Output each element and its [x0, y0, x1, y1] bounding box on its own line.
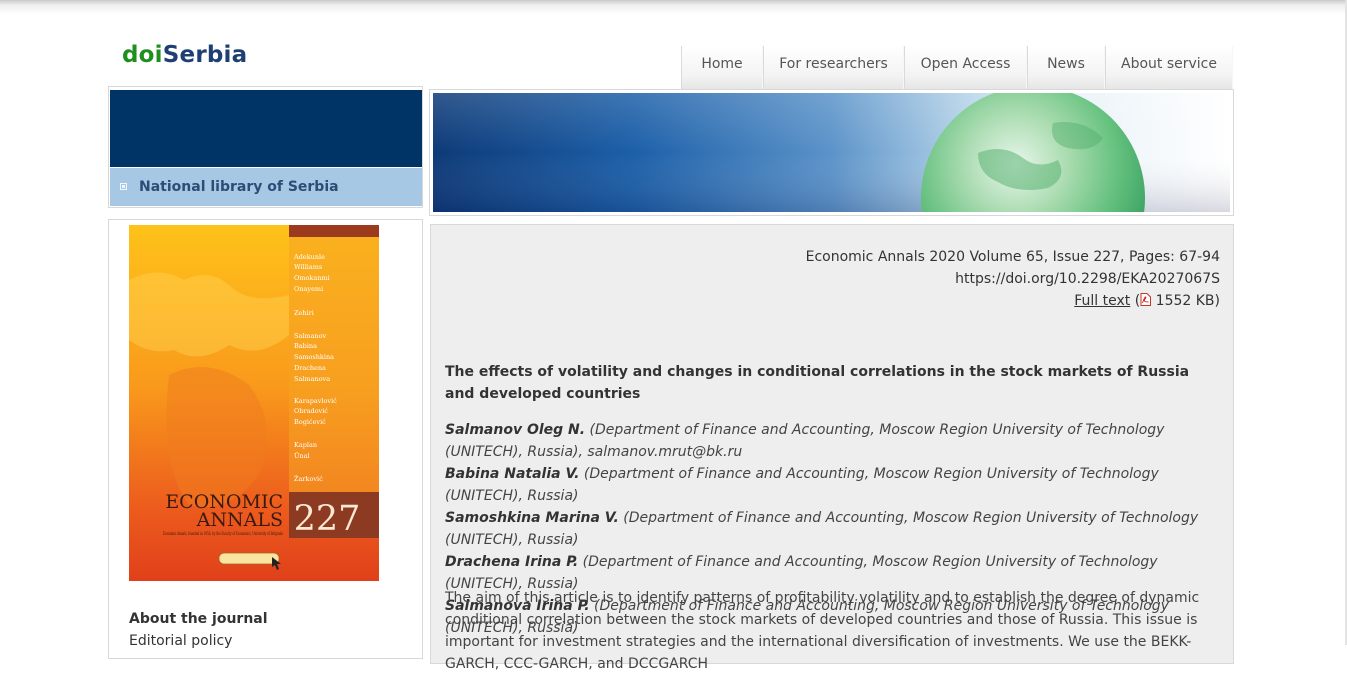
- cover-author-9: Drachena: [294, 364, 326, 372]
- cover-title-line2: ANNALS: [196, 509, 283, 531]
- about-journal-heading: About the journal: [129, 611, 268, 627]
- author-entry: Samoshkina Marina V. (Department of Fina…: [445, 507, 1225, 551]
- author-entry: Salmanov Oleg N. (Department of Finance …: [445, 419, 1225, 463]
- globe-banner-image: [433, 93, 1230, 212]
- cover-button-shape: [218, 552, 280, 565]
- nav-open-access[interactable]: Open Access: [904, 46, 1027, 89]
- header-banner: [429, 89, 1234, 216]
- national-library-label: National library of Serbia: [139, 179, 339, 195]
- cover-author-10: Salmanova: [294, 375, 330, 383]
- article-meta: Economic Annals 2020 Volume 65, Issue 22…: [806, 246, 1220, 312]
- cover-author-1: Adekunle: [293, 253, 325, 261]
- author-name: Samoshkina Marina V.: [445, 510, 619, 526]
- national-library-link[interactable]: National library of Serbia: [110, 168, 422, 206]
- author-name: Drachena Irina P.: [445, 554, 579, 570]
- cover-author-5: Zehiri: [294, 309, 314, 317]
- sidebar-header: National library of Serbia: [108, 86, 423, 208]
- article-content: Economic Annals 2020 Volume 65, Issue 22…: [430, 224, 1234, 672]
- journal-sidebar: Adekunle Williams Omokanmi Onayemi Zehir…: [108, 219, 423, 659]
- cover-author-4: Onayemi: [294, 285, 323, 293]
- pdf-icon[interactable]: [1140, 293, 1152, 306]
- cover-author-8: Samoshkina: [294, 353, 334, 361]
- sidebar-navy-block: [110, 90, 422, 167]
- cover-author-16: Žarković: [294, 474, 323, 483]
- nav-news[interactable]: News: [1027, 46, 1105, 89]
- main-nav: Home For researchers Open Access News Ab…: [681, 46, 1233, 89]
- article-abstract: The aim of this article is to identify p…: [445, 590, 1200, 672]
- editorial-policy-link[interactable]: Editorial policy: [129, 633, 232, 649]
- cover-author-14: Kaplan: [294, 441, 317, 449]
- author-entry: Babina Natalia V. (Department of Finance…: [445, 463, 1225, 507]
- cover-author-2: Williams: [294, 263, 322, 271]
- square-bullet-icon: [120, 183, 127, 190]
- cover-author-12: Obradović: [294, 407, 328, 415]
- file-size: 1552 KB: [1155, 293, 1215, 309]
- article-title: The effects of volatility and changes in…: [445, 364, 1190, 402]
- doi-link[interactable]: https://doi.org/10.2298/EKA2027067S: [806, 268, 1220, 290]
- full-text-link[interactable]: Full text: [1074, 293, 1130, 309]
- full-text-row: Full text ( 1552 KB): [1074, 293, 1220, 309]
- site-logo[interactable]: doiSerbia: [122, 42, 247, 68]
- cover-author-6: Salmanov: [294, 332, 327, 340]
- citation: Economic Annals 2020 Volume 65, Issue 22…: [805, 249, 1220, 265]
- nav-for-researchers[interactable]: For researchers: [763, 46, 904, 89]
- logo-doi: doi: [122, 42, 163, 68]
- cover-author-3: Omokanmi: [294, 274, 330, 282]
- cover-issue-number: 227: [294, 499, 361, 539]
- browser-top-bar: [0, 0, 1347, 14]
- cover-author-7: Babina: [294, 342, 317, 350]
- cover-author-13: Bogićević: [294, 418, 326, 426]
- author-name: Salmanov Oleg N.: [445, 422, 586, 438]
- cover-author-11: Karapavlović: [294, 397, 337, 405]
- nav-about-service[interactable]: About service: [1105, 46, 1233, 89]
- cover-author-15: Ünal: [294, 451, 310, 460]
- logo-serbia: Serbia: [162, 42, 248, 68]
- cover-subtitle: Economic Annals, founded in 1956, by the…: [163, 531, 283, 536]
- journal-cover-image[interactable]: Adekunle Williams Omokanmi Onayemi Zehir…: [129, 225, 379, 581]
- nav-home[interactable]: Home: [681, 46, 763, 89]
- author-name: Babina Natalia V.: [445, 466, 580, 482]
